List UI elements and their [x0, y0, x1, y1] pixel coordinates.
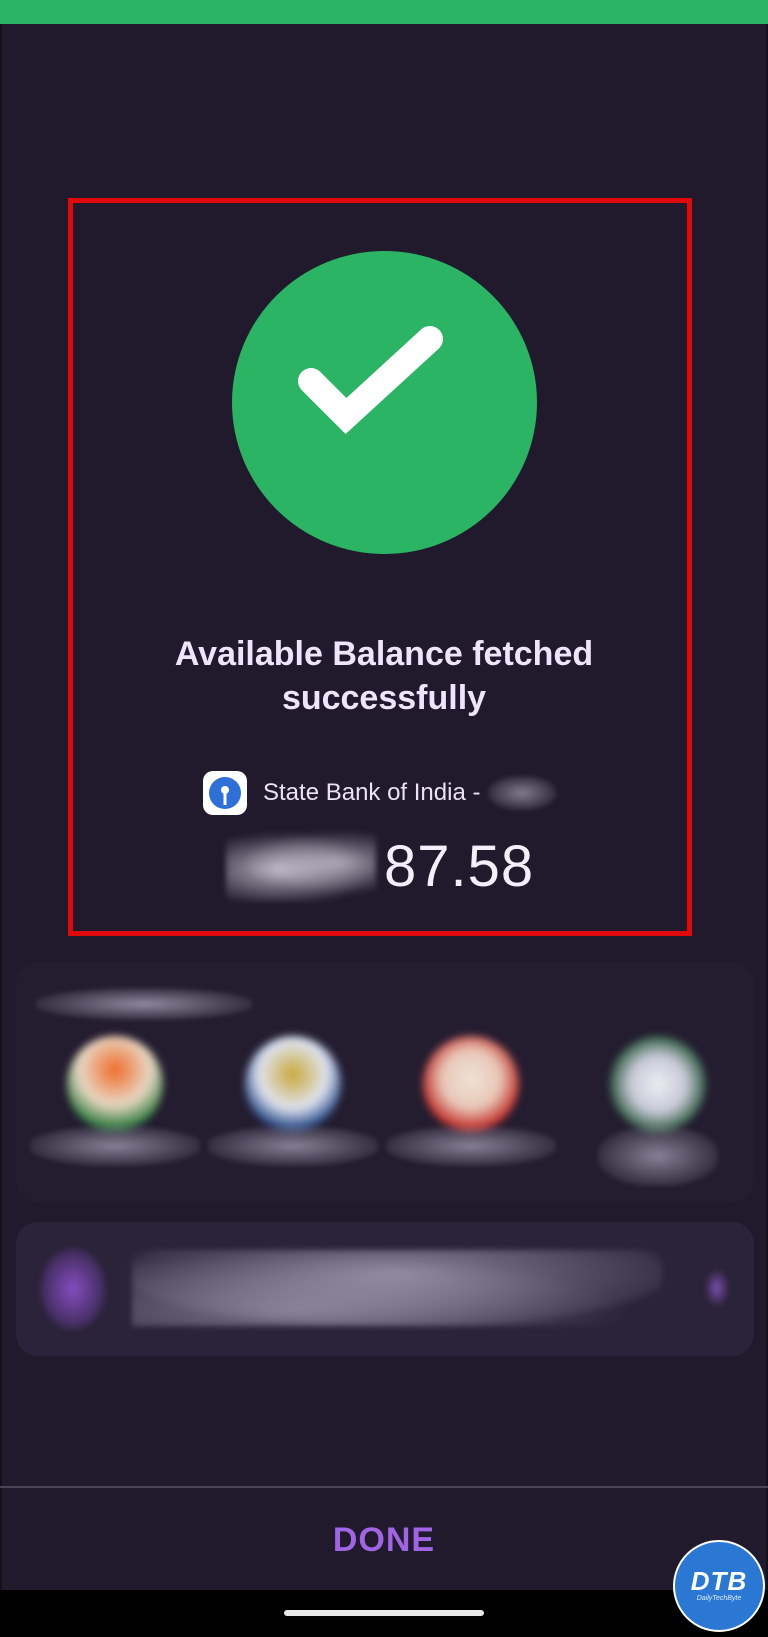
blurred-label: [30, 1126, 200, 1166]
quick-link-item[interactable]: [598, 1030, 718, 1190]
blurred-icon: [67, 1036, 163, 1132]
blurred-label: [386, 1126, 556, 1166]
top-status-bar: [0, 0, 768, 24]
chevron-right-icon[interactable]: [704, 1268, 730, 1308]
sbi-logo-icon: [203, 771, 247, 815]
quick-link-item[interactable]: [386, 1030, 556, 1190]
balance-amount: 87.58: [384, 833, 535, 899]
done-button[interactable]: DONE: [284, 1512, 484, 1568]
blurred-purple-icon: [40, 1248, 106, 1330]
watermark-text: DTB: [690, 1566, 748, 1596]
balance-row: 87.58: [226, 828, 534, 904]
gesture-nav-handle[interactable]: [284, 1610, 484, 1616]
quick-link-item[interactable]: [208, 1030, 378, 1190]
blurred-icon: [245, 1036, 341, 1132]
blurred-card-heading: [36, 988, 252, 1020]
blurred-promo-text: [132, 1250, 662, 1326]
quick-link-item[interactable]: [30, 1030, 200, 1190]
blurred-icon: [610, 1036, 706, 1132]
screen: Available Balance fetched successfully S…: [0, 0, 768, 1590]
bank-name: State Bank of India -: [263, 779, 481, 806]
watermark-subtext: DailyTechByte: [696, 1595, 742, 1602]
status-headline: Available Balance fetched successfully: [174, 635, 594, 717]
masked-account-number: [488, 776, 557, 810]
screen-edge: [0, 24, 2, 1590]
masked-balance-prefix: [226, 831, 376, 901]
blurred-label: [598, 1126, 718, 1186]
blurred-icon: [423, 1036, 519, 1132]
bank-account-row: State Bank of India -: [203, 770, 557, 816]
footer-divider: [0, 1486, 768, 1488]
dtb-watermark-logo: DTB DailyTechByte: [673, 1540, 765, 1632]
blurred-label: [208, 1126, 378, 1166]
success-check-icon: [232, 251, 537, 554]
